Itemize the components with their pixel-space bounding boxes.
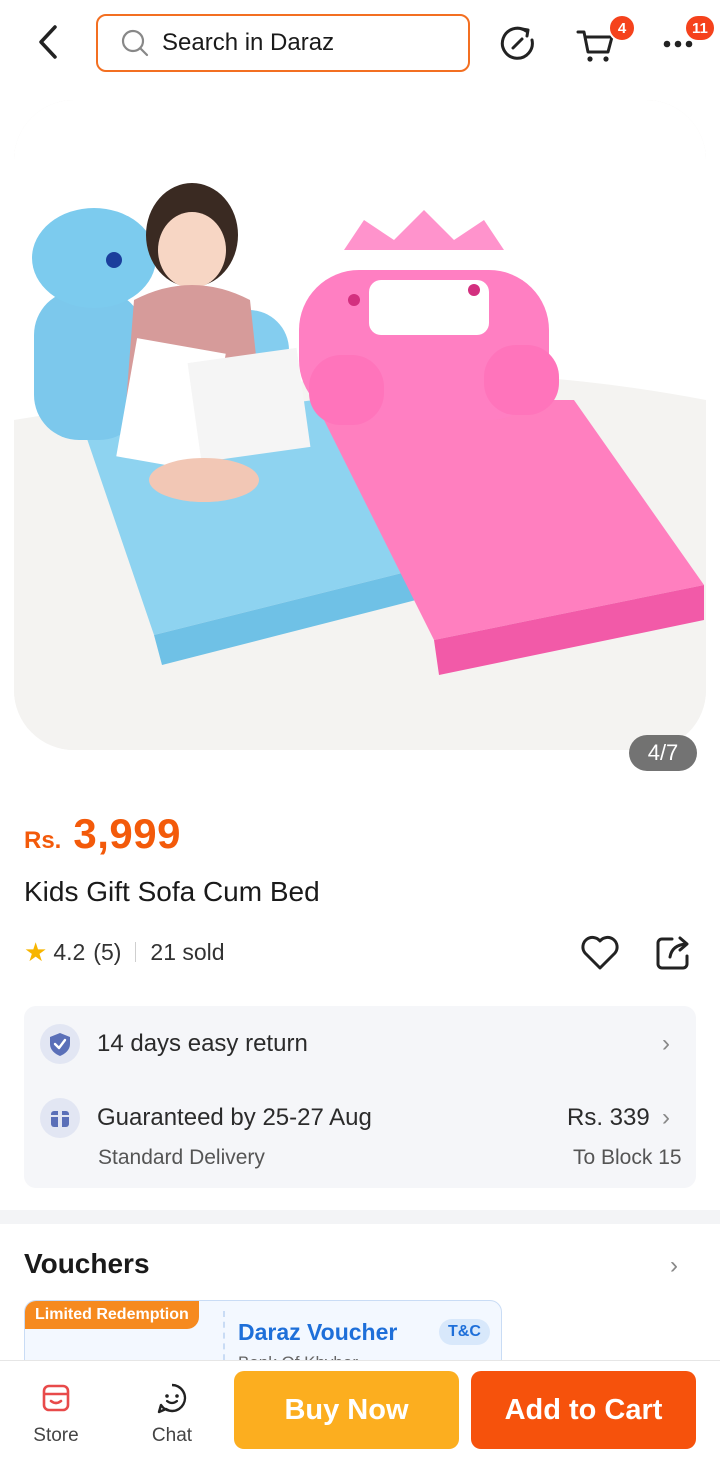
heart-icon — [581, 935, 619, 970]
product-photo — [14, 100, 706, 750]
product-price: Rs. 3,999 — [24, 810, 181, 858]
limited-redemption-tag: Limited Redemption — [25, 1301, 199, 1329]
delivery-fee: Rs. 339 — [567, 1104, 650, 1131]
review-count: (5) — [93, 938, 122, 965]
return-policy-label[interactable]: 14 days easy return — [97, 1030, 308, 1058]
delivery-box-icon — [40, 1098, 80, 1138]
add-to-cart-button[interactable]: Add to Cart — [471, 1371, 696, 1449]
divider — [135, 942, 137, 962]
top-bar: Search in Daraz 4 11 — [0, 0, 720, 88]
search-input[interactable]: Search in Daraz — [96, 14, 470, 72]
store-icon — [42, 1384, 70, 1412]
history-button[interactable] — [496, 22, 540, 66]
tc-badge[interactable]: T&C — [439, 1319, 490, 1345]
more-dots-icon — [663, 40, 693, 48]
price-amount: 3,999 — [73, 810, 181, 857]
chevron-right-icon[interactable]: › — [662, 1104, 670, 1132]
star-icon: ★ — [24, 936, 48, 967]
store-label: Store — [33, 1425, 79, 1446]
notification-badge: 11 — [684, 14, 716, 42]
search-placeholder: Search in Daraz — [162, 29, 335, 56]
product-image[interactable] — [14, 100, 706, 750]
bottom-action-bar: Store Chat Buy Now Add to Cart — [0, 1360, 720, 1458]
section-divider — [0, 1210, 720, 1224]
history-icon — [500, 26, 534, 60]
delivery-destination[interactable]: To Block 15 — [573, 1146, 682, 1170]
service-card: 14 days easy return › Guaranteed by 25-2… — [24, 1006, 696, 1188]
chevron-right-icon[interactable]: › — [670, 1252, 678, 1280]
delivery-type-label: Standard Delivery — [98, 1146, 265, 1169]
price-currency: Rs. — [24, 827, 62, 854]
buy-now-button[interactable]: Buy Now — [234, 1371, 459, 1449]
share-icon — [656, 936, 689, 970]
back-button[interactable] — [28, 22, 68, 62]
share-button[interactable] — [652, 930, 696, 974]
chevron-left-icon — [39, 25, 57, 59]
more-button[interactable]: 11 — [656, 14, 716, 66]
image-counter: 4/7 — [629, 735, 697, 771]
product-title: Kids Gift Sofa Cum Bed — [24, 876, 320, 907]
chat-label: Chat — [151, 1425, 193, 1446]
delivery-guarantee-label[interactable]: Guaranteed by 25-27 Aug — [97, 1104, 372, 1132]
cart-count-badge: 4 — [608, 14, 636, 42]
wishlist-button[interactable] — [578, 930, 622, 974]
chat-button[interactable]: Chat — [140, 1381, 204, 1447]
voucher-name: Daraz Voucher — [238, 1319, 398, 1345]
shield-icon — [40, 1024, 80, 1064]
store-button[interactable]: Store — [24, 1381, 88, 1447]
rating-value: 4.2 — [53, 938, 86, 965]
cart-button[interactable]: 4 — [574, 14, 636, 66]
chat-icon — [157, 1383, 187, 1414]
search-icon — [121, 29, 149, 57]
chevron-right-icon[interactable]: › — [662, 1030, 670, 1058]
rating-row[interactable]: ★ 4.2 (5) 21 sold — [24, 936, 225, 968]
vouchers-heading: Vouchers — [24, 1248, 150, 1279]
sold-count: 21 sold — [150, 938, 225, 965]
